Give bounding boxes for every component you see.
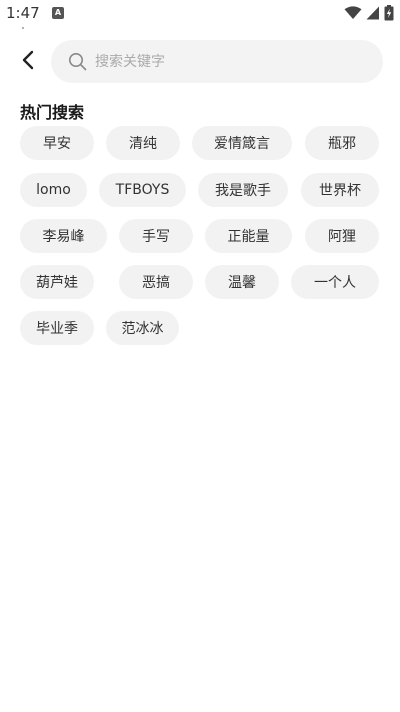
search-screen: 1:47 A 搜索关键字 热门搜索 早安 清纯 爱情箴言 瓶邪 lomo TFB…: [0, 0, 400, 712]
hot-search-tag[interactable]: lomo: [20, 173, 87, 207]
hot-search-tag[interactable]: 恶搞: [119, 265, 193, 299]
notification-icon: A: [52, 7, 64, 19]
hot-search-tag[interactable]: 瓶邪: [305, 126, 379, 160]
search-input[interactable]: [93, 52, 357, 71]
status-icons: [344, 5, 394, 21]
hot-search-tag[interactable]: 世界杯: [301, 173, 379, 207]
wifi-icon: [344, 6, 362, 20]
hot-search-tag[interactable]: 范冰冰: [106, 311, 179, 345]
hot-search-tag[interactable]: 一个人: [291, 265, 379, 299]
search-bar[interactable]: [51, 40, 383, 83]
status-dot: [22, 27, 24, 29]
hot-search-tag[interactable]: 早安: [20, 126, 94, 160]
search-icon: [67, 52, 87, 72]
hot-search-tag[interactable]: TFBOYS: [99, 173, 186, 207]
hot-search-tag[interactable]: 手写: [119, 219, 193, 253]
signal-icon: [366, 6, 380, 20]
hot-search-tag[interactable]: 毕业季: [20, 311, 94, 345]
hot-search-tag[interactable]: 阿狸: [305, 219, 379, 253]
hot-search-tag[interactable]: 温馨: [205, 265, 279, 299]
chevron-left-icon: [21, 50, 35, 74]
hot-search-tag[interactable]: 爱情箴言: [192, 126, 292, 160]
hot-search-tag[interactable]: 我是歌手: [198, 173, 288, 207]
hot-search-tag[interactable]: 李易峰: [20, 219, 107, 253]
hot-search-title: 热门搜索: [20, 103, 85, 122]
hot-search-tag[interactable]: 清纯: [106, 126, 180, 160]
back-button[interactable]: [14, 48, 42, 76]
status-time: 1:47: [6, 4, 40, 22]
status-bar: 1:47 A: [0, 0, 400, 29]
hot-search-tag[interactable]: 葫芦娃: [20, 265, 94, 299]
battery-charging-icon: [384, 5, 394, 21]
hot-search-tag[interactable]: 正能量: [205, 219, 292, 253]
